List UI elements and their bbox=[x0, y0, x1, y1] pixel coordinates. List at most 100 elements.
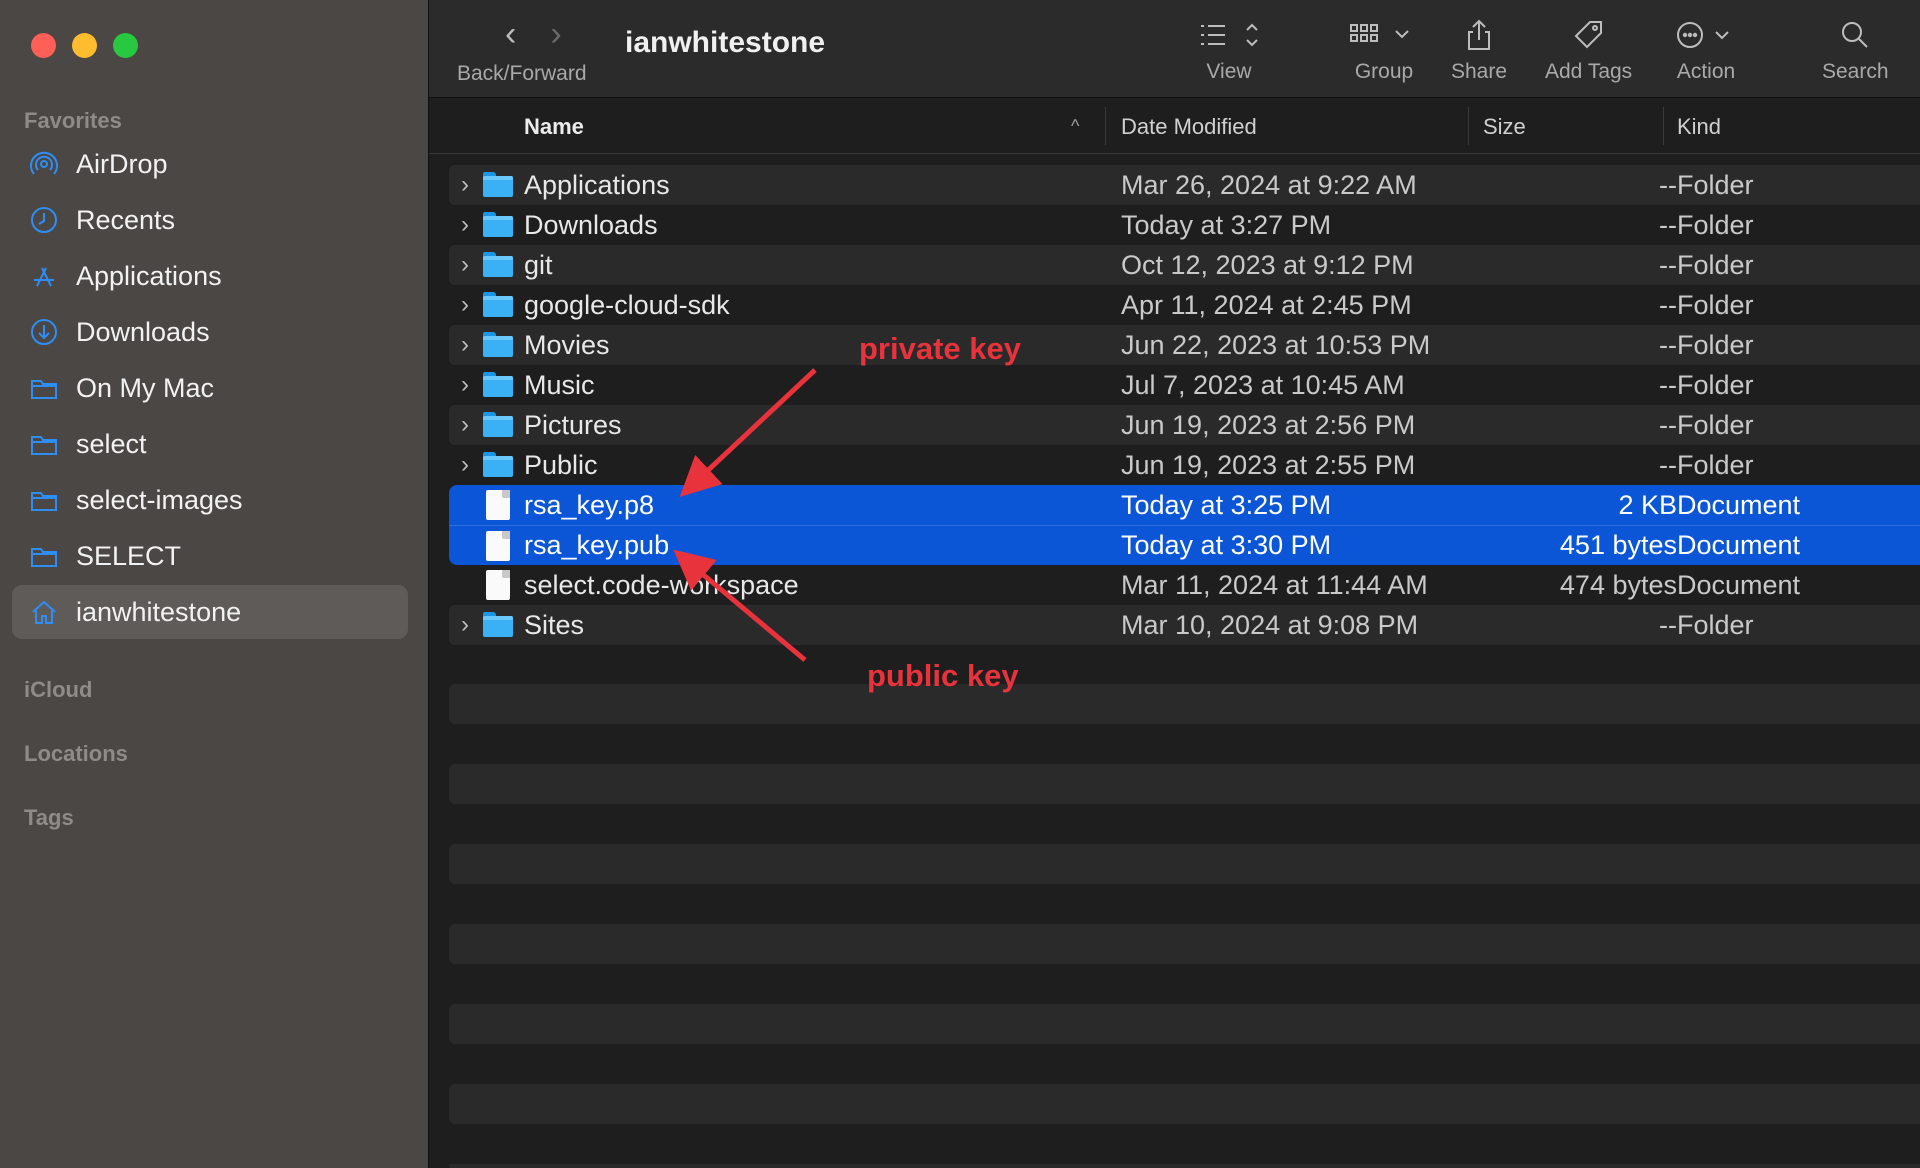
file-row[interactable]: › Movies Jun 22, 2023 at 10:53 PM -- Fol… bbox=[449, 325, 1920, 365]
file-name: Music bbox=[524, 369, 595, 400]
column-divider[interactable] bbox=[1105, 107, 1106, 145]
empty-row bbox=[449, 924, 1920, 964]
share-button[interactable]: Share bbox=[1451, 16, 1507, 84]
file-size: -- bbox=[1659, 409, 1677, 440]
file-row[interactable]: › Pictures Jun 19, 2023 at 2:56 PM -- Fo… bbox=[449, 405, 1920, 445]
file-name: rsa_key.p8 bbox=[524, 489, 655, 520]
sidebar-section-locations[interactable]: Locations bbox=[24, 741, 128, 767]
empty-row bbox=[449, 1084, 1920, 1124]
close-button[interactable] bbox=[31, 33, 56, 58]
disclosure-chevron-icon[interactable]: › bbox=[455, 371, 475, 399]
column-divider[interactable] bbox=[1468, 107, 1469, 145]
disclosure-chevron-icon[interactable]: › bbox=[455, 411, 475, 439]
column-divider[interactable] bbox=[1663, 107, 1664, 145]
window-title: ianwhitestone bbox=[625, 26, 826, 59]
folder-icon bbox=[483, 172, 513, 198]
back-forward-control: ‹ › Back/Forward bbox=[457, 16, 607, 86]
sidebar-item-applications[interactable]: Applications bbox=[12, 249, 408, 303]
disclosure-chevron-icon[interactable]: › bbox=[455, 611, 475, 639]
add-tags-button[interactable]: Add Tags bbox=[1545, 16, 1632, 84]
file-row[interactable]: › Music Jul 7, 2023 at 10:45 AM -- Folde… bbox=[449, 365, 1920, 405]
sidebar-item-label: On My Mac bbox=[76, 372, 215, 403]
minimize-button[interactable] bbox=[72, 33, 97, 58]
sidebar-item-select-images[interactable]: select-images bbox=[12, 473, 408, 527]
column-kind[interactable]: Kind bbox=[1677, 99, 1721, 154]
sidebar-item-downloads[interactable]: Downloads bbox=[12, 305, 408, 359]
file-size: -- bbox=[1659, 169, 1677, 200]
file-kind: Folder bbox=[1677, 449, 1754, 480]
annotation-public-key: public key bbox=[867, 658, 1019, 693]
view-button[interactable]: View bbox=[1197, 16, 1261, 84]
column-date-modified[interactable]: Date Modified bbox=[1121, 99, 1257, 154]
annotation-private-key: private key bbox=[859, 331, 1021, 366]
file-row[interactable]: › Applications Mar 26, 2024 at 9:22 AM -… bbox=[449, 165, 1920, 205]
group-button[interactable]: Group bbox=[1348, 16, 1420, 84]
sidebar-item-ianwhitestone[interactable]: ianwhitestone bbox=[12, 585, 408, 639]
grid-icon bbox=[1348, 16, 1420, 54]
file-kind: Folder bbox=[1677, 289, 1754, 320]
sidebar-section-tags[interactable]: Tags bbox=[24, 805, 74, 831]
file-name: git bbox=[524, 249, 553, 280]
file-name: Public bbox=[524, 449, 598, 480]
download-icon bbox=[28, 316, 60, 348]
sidebar-item-select[interactable]: select bbox=[12, 417, 408, 471]
action-button[interactable]: Action bbox=[1674, 16, 1738, 84]
file-size: -- bbox=[1659, 449, 1677, 480]
zoom-button[interactable] bbox=[113, 33, 138, 58]
file-row[interactable]: › git Oct 12, 2023 at 9:12 PM -- Folder bbox=[449, 245, 1920, 285]
file-name: Applications bbox=[524, 169, 670, 200]
file-name: select.code-workspace bbox=[524, 569, 799, 600]
empty-row bbox=[449, 684, 1920, 724]
back-arrow-icon[interactable]: ‹ bbox=[505, 16, 516, 52]
file-size: -- bbox=[1659, 289, 1677, 320]
folder-icon bbox=[483, 332, 513, 358]
toolbar: ‹ › Back/Forward ianwhitestone View Grou… bbox=[429, 0, 1920, 98]
sidebar-item-recents[interactable]: Recents bbox=[12, 193, 408, 247]
action-label: Action bbox=[1676, 60, 1736, 83]
disclosure-chevron-icon[interactable]: › bbox=[455, 291, 475, 319]
file-name: Sites bbox=[524, 609, 585, 640]
sidebar-item-label: Recents bbox=[76, 204, 176, 235]
file-row-selected[interactable]: rsa_key.p8 Today at 3:25 PM 2 KB Documen… bbox=[449, 485, 1920, 525]
empty-row bbox=[449, 1004, 1920, 1044]
forward-arrow-icon[interactable]: › bbox=[550, 16, 561, 52]
sidebar-section-icloud[interactable]: iCloud bbox=[24, 677, 92, 703]
file-kind: Folder bbox=[1677, 609, 1754, 640]
airdrop-icon bbox=[28, 148, 60, 180]
file-row[interactable]: › Sites Mar 10, 2024 at 9:08 PM -- Folde… bbox=[449, 605, 1920, 645]
empty-row bbox=[449, 1164, 1920, 1168]
file-name: google-cloud-sdk bbox=[524, 289, 730, 320]
disclosure-chevron-icon[interactable]: › bbox=[455, 251, 475, 279]
file-row[interactable]: › Public Jun 19, 2023 at 2:55 PM -- Fold… bbox=[449, 445, 1920, 485]
sidebar-item-airdrop[interactable]: AirDrop bbox=[12, 137, 408, 191]
sidebar-item-on-my-mac[interactable]: On My Mac bbox=[12, 361, 408, 415]
file-date: Today at 3:27 PM bbox=[1121, 209, 1332, 240]
column-name[interactable]: Name bbox=[524, 99, 584, 154]
file-size: -- bbox=[1659, 329, 1677, 360]
sidebar-item-select-caps[interactable]: SELECT bbox=[12, 529, 408, 583]
back-forward-label: Back/Forward bbox=[457, 62, 587, 85]
column-size[interactable]: Size bbox=[1483, 99, 1526, 154]
file-date: Jun 19, 2023 at 2:55 PM bbox=[1121, 449, 1416, 480]
file-row[interactable]: select.code-workspace Mar 11, 2024 at 11… bbox=[449, 565, 1920, 605]
disclosure-chevron-icon[interactable]: › bbox=[455, 211, 475, 239]
folder-icon bbox=[28, 484, 60, 516]
file-row[interactable]: › google-cloud-sdk Apr 11, 2024 at 2:45 … bbox=[449, 285, 1920, 325]
file-list: › Applications Mar 26, 2024 at 9:22 AM -… bbox=[449, 165, 1920, 645]
sidebar-item-label: Applications bbox=[76, 260, 222, 291]
file-row-selected[interactable]: rsa_key.pub Today at 3:30 PM 451 bytes D… bbox=[449, 525, 1920, 565]
disclosure-chevron-icon[interactable]: › bbox=[455, 331, 475, 359]
search-button[interactable]: Search bbox=[1822, 16, 1889, 84]
sort-ascending-icon[interactable]: ^ bbox=[1071, 99, 1079, 154]
file-size: 2 KB bbox=[1618, 489, 1677, 520]
disclosure-chevron-icon[interactable]: › bbox=[455, 171, 475, 199]
file-size: -- bbox=[1659, 609, 1677, 640]
file-row[interactable]: › Downloads Today at 3:27 PM -- Folder bbox=[449, 205, 1920, 245]
sidebar: Favorites AirDrop Recents Applications D… bbox=[0, 0, 429, 1168]
ellipsis-circle-icon bbox=[1674, 16, 1738, 54]
disclosure-chevron-icon[interactable]: › bbox=[455, 451, 475, 479]
file-kind: Folder bbox=[1677, 409, 1754, 440]
file-kind: Folder bbox=[1677, 249, 1754, 280]
file-date: Jun 19, 2023 at 2:56 PM bbox=[1121, 409, 1416, 440]
file-name: Movies bbox=[524, 329, 610, 360]
